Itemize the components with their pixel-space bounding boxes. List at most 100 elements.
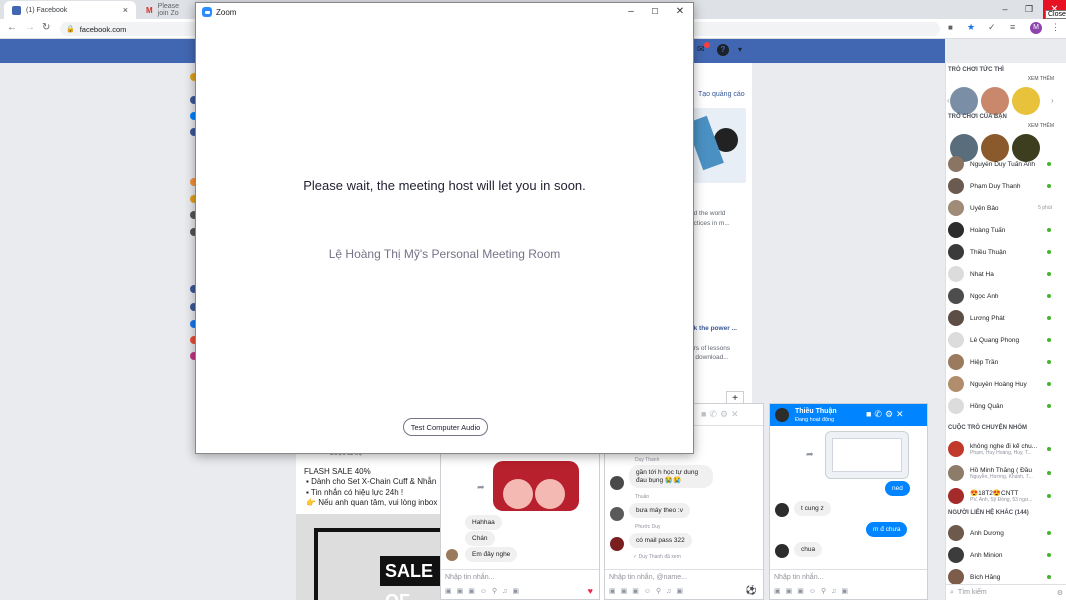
post-text: FLASH SALE 40% [304, 467, 371, 476]
message-bubble: chua [794, 542, 823, 557]
contact-item[interactable]: Hồng Quân [948, 396, 1058, 416]
online-dot [1047, 316, 1051, 320]
contact-item[interactable]: Ngọc Ánh [948, 286, 1058, 306]
share-icon[interactable]: ➦ [806, 449, 814, 460]
zoom-logo-icon [202, 7, 212, 17]
tab-gmail[interactable]: M Please join Zo [138, 1, 198, 19]
chat-header-icons[interactable]: ■✆⚙✕ [701, 409, 742, 420]
contact-item[interactable]: Nguyễn Duy Tuấn Anh [948, 154, 1058, 174]
contact-name: Hiệp Trần [970, 358, 999, 366]
group-chat-item[interactable]: không nghe đi kể chu... Phạm, Huy Hoàng, … [948, 437, 1058, 461]
tab-facebook[interactable]: (1) Facebook × [4, 1, 136, 19]
gmail-favicon-icon: M [146, 5, 153, 15]
online-dot [1047, 404, 1051, 408]
contact-item[interactable]: Phạm Duy Thanh [948, 176, 1058, 196]
back-icon[interactable]: ← [7, 22, 17, 33]
reload-icon[interactable]: ↻ [42, 22, 50, 33]
chat-composer[interactable]: Nhập tin nhắn... ▣▣▣☺⚲♫▣ ♥ [441, 569, 599, 599]
waiting-message: Please wait, the meeting host will let y… [303, 178, 586, 193]
settings-icon[interactable]: ⚙ [1057, 589, 1063, 597]
game-thumbnail[interactable] [1012, 87, 1040, 115]
chat-header-icons[interactable]: ■✆⚙✕ [866, 409, 907, 420]
lock-icon: 🔒 [66, 26, 75, 33]
contact-item[interactable]: Nhat Ha [948, 264, 1058, 284]
sticker-image[interactable] [493, 461, 579, 511]
screenshot-image[interactable] [825, 431, 909, 479]
contact-name: Nguyễn Duy Tuấn Anh [970, 160, 1036, 168]
online-dot [1047, 575, 1051, 579]
restore-window-icon[interactable]: ❐ [1017, 0, 1041, 18]
game-thumbnail[interactable] [981, 87, 1009, 115]
contact-item[interactable]: Nguyễn Hoàng Huy [948, 374, 1058, 394]
avatar [775, 408, 789, 422]
message-bubble: gần tới h học tự dung đau bụng 😭😭 [629, 465, 713, 488]
group-name: không nghe đi kể chu... [970, 442, 1038, 450]
ad-link[interactable]: ck the power ... [690, 325, 737, 332]
zoom-minimize-button[interactable]: – [621, 5, 641, 19]
other-contacts-title: NGƯỜI LIÊN HỆ KHÁC (144) [948, 510, 1029, 516]
message-bubble: Chán [465, 531, 495, 546]
contacts-sidebar: TRÒ CHƠI TỨC THÌ XEM THÊM ‹ › TRÒ CHƠI C… [945, 63, 1066, 600]
see-more-link[interactable]: XEM THÊM [1028, 76, 1054, 82]
instant-games-row [950, 87, 1040, 115]
zoom-title-bar[interactable]: Zoom [196, 3, 693, 21]
avatar [948, 310, 964, 326]
forward-icon[interactable]: → [25, 22, 35, 33]
contact-name: Nguyễn Hoàng Huy [970, 380, 1027, 388]
contact-item[interactable]: Hiệp Trần [948, 352, 1058, 372]
chat-contact-name[interactable]: Thiều Thuận [795, 408, 837, 415]
group-chat-item[interactable]: Hồ Minh Thắng ( Đầu Nguyễn, Hương, Khánh,… [948, 461, 1058, 485]
chevron-right-icon[interactable]: › [1051, 96, 1054, 105]
avatar [446, 549, 458, 561]
contact-name: Hồng Quân [970, 402, 1004, 410]
like-heart-icon[interactable]: ♥ [588, 586, 593, 596]
ad-text: urs of lessons [690, 345, 731, 352]
post-image[interactable]: SALE OF [296, 514, 441, 600]
contact-item[interactable]: Anh Minion [948, 545, 1058, 565]
group-avatar [948, 441, 964, 457]
contact-item[interactable]: Thiều Thuận [948, 242, 1058, 262]
ad-image[interactable] [690, 108, 746, 183]
create-ad-link[interactable]: Tạo quảng cáo [698, 91, 745, 98]
chat-composer[interactable]: Nhập tin nhắn, @name... ▣▣▣☺⚲♫▣ ⚽ [605, 569, 763, 599]
minimize-window-icon[interactable]: – [993, 0, 1017, 18]
zoom-waiting-window: Zoom – ☐ ✕ Please wait, the meeting host… [195, 2, 694, 454]
camera-icon[interactable]: ■ [948, 23, 953, 32]
composer-icons[interactable]: ▣▣▣☺⚲♫▣ [445, 587, 524, 595]
contact-search[interactable]: ⌕ Tìm kiếm ⚙ [946, 584, 1066, 600]
chat-composer[interactable]: Nhập tin nhắn... ▣▣▣☺⚲♫▣ [770, 569, 927, 599]
see-more-link[interactable]: XEM THÊM [1028, 123, 1054, 129]
tab-close-icon[interactable]: × [123, 5, 128, 15]
contact-item[interactable]: Ánh Dương [948, 523, 1058, 543]
extension-icon[interactable]: ≡ [1010, 22, 1015, 32]
profile-avatar[interactable]: M [1030, 22, 1042, 34]
chat-header[interactable]: Thiều Thuận Đang hoạt động ■✆⚙✕ [770, 404, 927, 426]
bookmark-star-icon[interactable]: ★ [967, 22, 975, 33]
soccer-ball-icon[interactable]: ⚽ [746, 585, 757, 596]
contact-name: Thiều Thuận [970, 248, 1007, 256]
message-input[interactable]: Nhập tin nhắn, @name... [609, 574, 687, 581]
share-icon[interactable]: ➦ [477, 482, 485, 493]
zoom-maximize-button[interactable]: ☐ [645, 5, 665, 19]
contact-name: Phạm Duy Thanh [970, 182, 1021, 190]
composer-icons[interactable]: ▣▣▣☺⚲♫▣ [609, 587, 688, 595]
check-icon[interactable]: ✓ [988, 22, 996, 33]
game-thumbnail[interactable] [950, 87, 978, 115]
ad-text: d download... [690, 354, 729, 361]
help-icon[interactable]: ? [717, 44, 729, 56]
ad-text: actices in m... [690, 220, 730, 227]
active-status: Đang hoạt động [795, 417, 835, 423]
contact-item[interactable]: Lê Quang Phong [948, 330, 1058, 350]
contact-item[interactable]: Uyên Bảo 5 phút [948, 198, 1058, 218]
contact-item[interactable]: Hoàng Tuấn [948, 220, 1058, 240]
group-chat-item[interactable]: 😍18T2😍CNTT PV, Anh, Sỹ Đồng, 53 ngư... [948, 484, 1058, 508]
chevron-down-icon[interactable]: ▾ [738, 45, 742, 54]
pig-sticker [535, 479, 565, 509]
message-input[interactable]: Nhập tin nhắn... [774, 574, 823, 581]
contact-item[interactable]: Lương Phát [948, 308, 1058, 328]
zoom-close-button[interactable]: ✕ [670, 5, 690, 19]
composer-icons[interactable]: ▣▣▣☺⚲♫▣ [774, 587, 853, 595]
test-computer-audio-button[interactable]: Test Computer Audio [403, 418, 488, 436]
more-menu-icon[interactable]: ⋮ [1051, 22, 1060, 33]
message-input[interactable]: Nhập tin nhắn... [445, 574, 494, 581]
